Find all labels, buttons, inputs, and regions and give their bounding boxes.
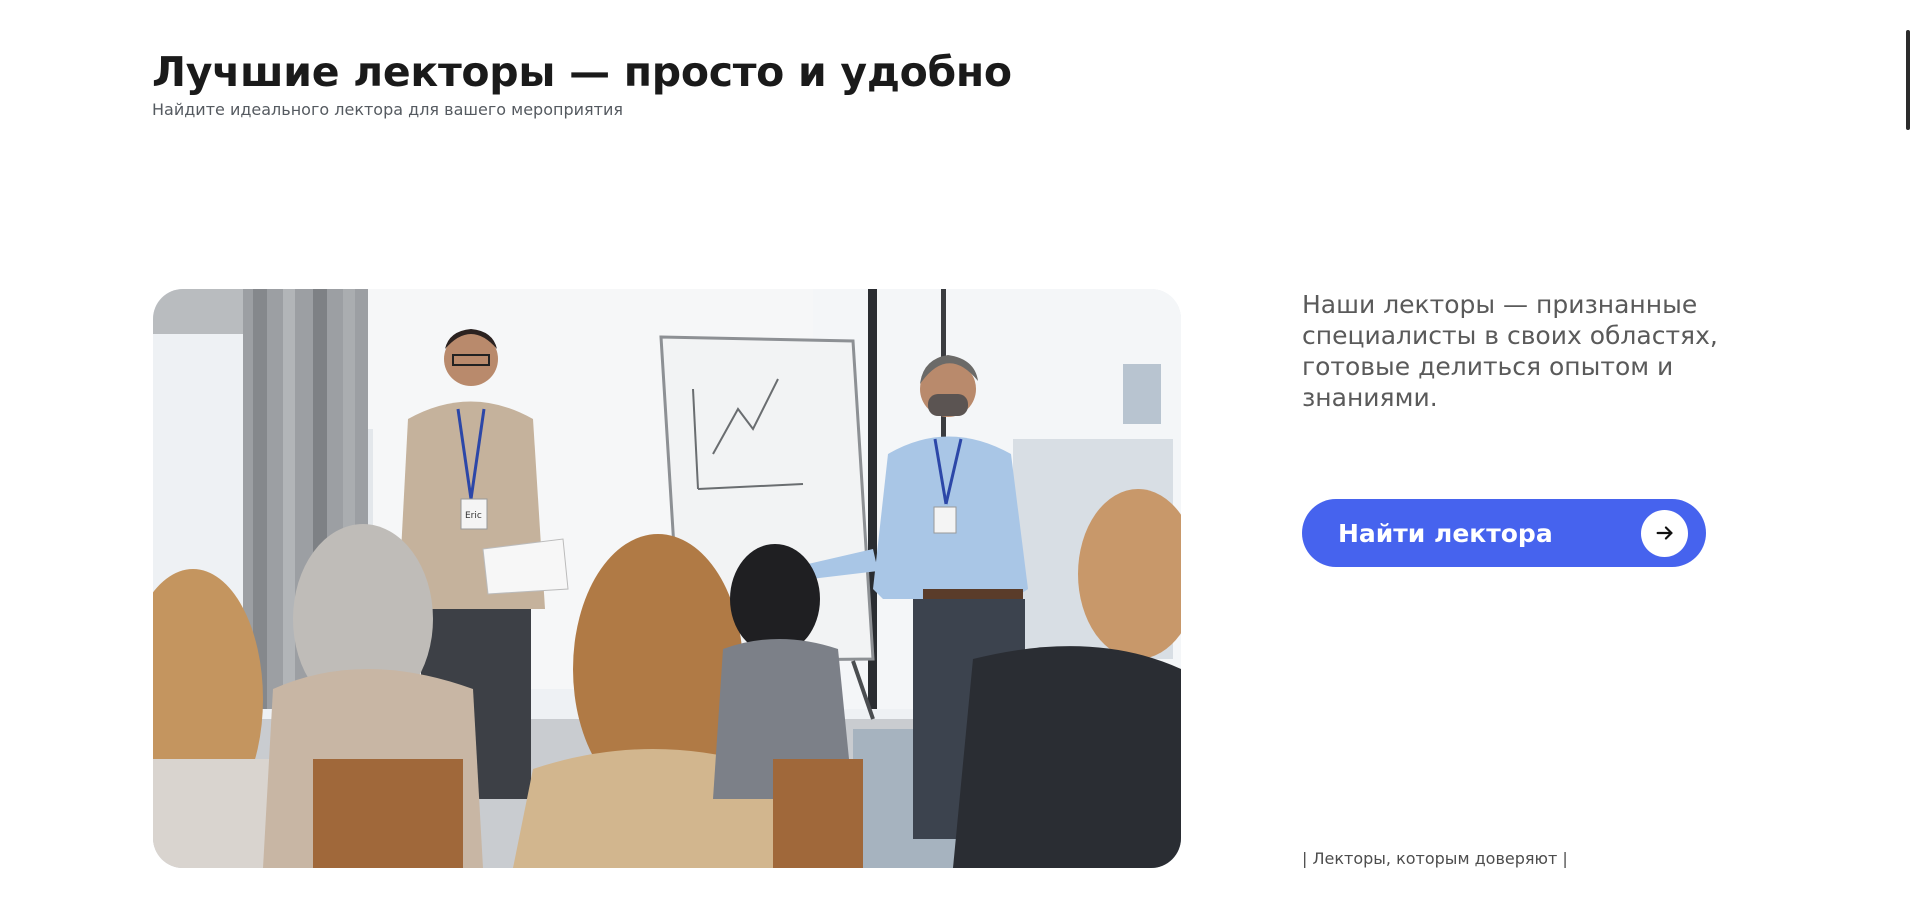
page-scrollbar[interactable] [1904, 0, 1910, 917]
find-lecturer-button[interactable]: Найти лектора [1302, 499, 1706, 567]
arrow-right-icon [1641, 509, 1688, 557]
page: Лучшие лекторы — просто и удобно Найдите… [0, 0, 1910, 917]
lecture-illustration: Eric [153, 289, 1181, 868]
arrow-right-icon-glyph [1656, 526, 1673, 540]
intro-text: Наши лекторы — признанные специалисты в … [1302, 290, 1718, 412]
page-title: Лучшие лекторы — просто и удобно [152, 48, 1012, 96]
scrollbar-thumb[interactable] [1906, 30, 1910, 130]
trust-caption: | Лекторы, которым доверяют | [1302, 849, 1568, 868]
find-lecturer-button-label: Найти лектора [1338, 518, 1553, 548]
photo-badge-name: Eric [465, 511, 482, 521]
lecture-photo: Eric [153, 289, 1181, 868]
page-subtitle: Найдите идеального лектора для вашего ме… [152, 100, 623, 119]
hero-header: Лучшие лекторы — просто и удобно Найдите… [152, 46, 1012, 120]
